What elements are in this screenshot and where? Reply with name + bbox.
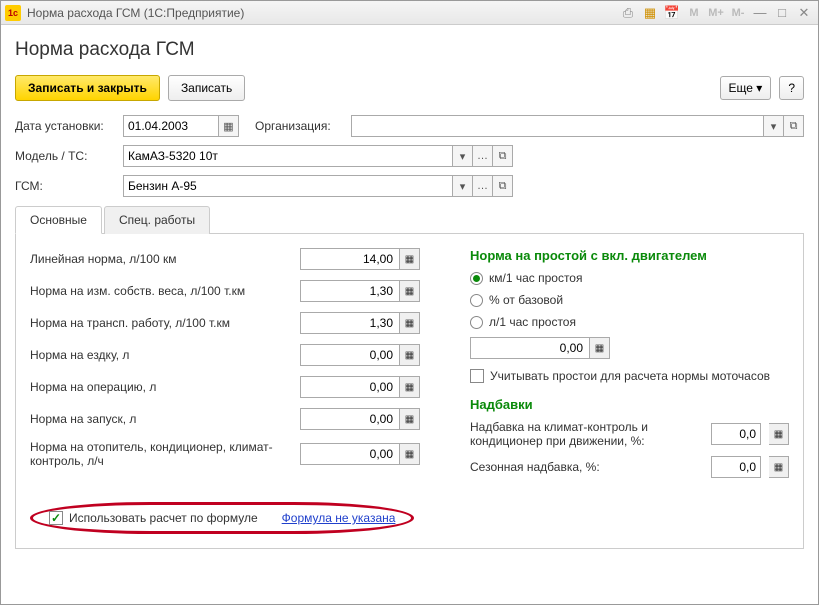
trip-norm-label: Норма на ездку, л <box>30 348 300 362</box>
linear-norm-input[interactable] <box>300 248 400 270</box>
calc-icon[interactable]: ▦ <box>400 376 420 398</box>
calc-icon[interactable]: ▦ <box>400 443 420 465</box>
model-input[interactable] <box>123 145 453 167</box>
idle-title: Норма на простой с вкл. двигателем <box>470 248 789 263</box>
start-norm-label: Норма на запуск, л <box>30 412 300 426</box>
use-formula-check[interactable]: Использовать расчет по формуле <box>49 511 258 525</box>
calc-icon[interactable]: ▦ <box>400 312 420 334</box>
save-and-close-button[interactable]: Записать и закрыть <box>15 75 160 101</box>
tab-main[interactable]: Основные <box>15 206 102 234</box>
maximize-icon[interactable]: □ <box>772 4 792 22</box>
more-button[interactable]: Еще ▾ <box>720 76 772 100</box>
fuel-input[interactable] <box>123 175 453 197</box>
checkbox-icon <box>470 369 484 383</box>
season-surcharge-input[interactable] <box>711 456 761 478</box>
print-icon[interactable]: ⎙ <box>618 4 638 22</box>
fuel-open-icon[interactable]: ⧉ <box>493 175 513 197</box>
trip-norm-input[interactable] <box>300 344 400 366</box>
org-label: Организация: <box>255 119 343 133</box>
account-idle-check[interactable]: Учитывать простои для расчета нормы мото… <box>470 369 789 383</box>
fuel-label: ГСМ: <box>15 179 115 193</box>
fuel-dropdown-icon[interactable]: ▾ <box>453 175 473 197</box>
calc-icon[interactable]: ▦ <box>400 248 420 270</box>
idle-option-liter[interactable]: л/1 час простоя <box>470 315 789 329</box>
idle-option-percent[interactable]: % от базовой <box>470 293 789 307</box>
titlebar: 1c Норма расхода ГСМ (1С:Предприятие) ⎙ … <box>1 1 818 25</box>
date-input[interactable] <box>123 115 219 137</box>
operation-norm-label: Норма на операцию, л <box>30 380 300 394</box>
m-button[interactable]: M <box>684 4 704 22</box>
radio-icon <box>470 316 483 329</box>
formula-highlight: Использовать расчет по формуле Формула н… <box>30 502 414 534</box>
minimize-icon[interactable]: — <box>750 4 770 22</box>
m-minus-button[interactable]: M- <box>728 4 748 22</box>
fuel-select-icon[interactable]: … <box>473 175 493 197</box>
page-title: Норма расхода ГСМ <box>15 39 804 61</box>
start-norm-input[interactable] <box>300 408 400 430</box>
date-label: Дата установки: <box>15 119 115 133</box>
m-plus-button[interactable]: M+ <box>706 4 726 22</box>
calc-icon[interactable]: ▦ <box>590 337 610 359</box>
heater-norm-label: Норма на отопитель, кондиционер, климат-… <box>30 440 300 468</box>
transport-norm-label: Норма на трансп. работу, л/100 т.км <box>30 316 300 330</box>
calendar-icon[interactable]: 📅 <box>662 4 682 22</box>
app-logo-icon: 1c <box>5 5 21 21</box>
model-label: Модель / ТС: <box>15 149 115 163</box>
surcharges-title: Надбавки <box>470 397 789 412</box>
calc-icon[interactable]: ▦ <box>400 408 420 430</box>
tab-special[interactable]: Спец. работы <box>104 206 210 234</box>
calc-icon[interactable]: ▦ <box>769 456 789 478</box>
checkbox-checked-icon <box>49 511 63 525</box>
model-dropdown-icon[interactable]: ▾ <box>453 145 473 167</box>
linear-norm-label: Линейная норма, л/100 км <box>30 252 300 266</box>
date-calendar-icon[interactable]: ▦ <box>219 115 239 137</box>
formula-link[interactable]: Формула не указана <box>282 511 396 525</box>
idle-value-input[interactable] <box>470 337 590 359</box>
model-select-icon[interactable]: … <box>473 145 493 167</box>
save-button[interactable]: Записать <box>168 75 245 101</box>
org-input[interactable] <box>351 115 764 137</box>
window-title: Норма расхода ГСМ (1С:Предприятие) <box>27 6 618 20</box>
help-button[interactable]: ? <box>779 76 804 100</box>
own-weight-norm-label: Норма на изм. собств. веса, л/100 т.км <box>30 284 300 298</box>
own-weight-norm-input[interactable] <box>300 280 400 302</box>
radio-checked-icon <box>470 272 483 285</box>
idle-option-km[interactable]: км/1 час простоя <box>470 271 789 285</box>
calculator-icon[interactable]: ▦ <box>640 4 660 22</box>
transport-norm-input[interactable] <box>300 312 400 334</box>
org-dropdown-icon[interactable]: ▾ <box>764 115 784 137</box>
operation-norm-input[interactable] <box>300 376 400 398</box>
radio-icon <box>470 294 483 307</box>
heater-norm-input[interactable] <box>300 443 400 465</box>
calc-icon[interactable]: ▦ <box>400 344 420 366</box>
climate-surcharge-input[interactable] <box>711 423 761 445</box>
chevron-down-icon: ▾ <box>756 81 762 95</box>
model-open-icon[interactable]: ⧉ <box>493 145 513 167</box>
climate-surcharge-label: Надбавка на климат-контроль и кондиционе… <box>470 420 703 448</box>
season-surcharge-label: Сезонная надбавка, %: <box>470 460 703 474</box>
calc-icon[interactable]: ▦ <box>400 280 420 302</box>
calc-icon[interactable]: ▦ <box>769 423 789 445</box>
org-open-icon[interactable]: ⧉ <box>784 115 804 137</box>
close-icon[interactable]: ✕ <box>794 4 814 22</box>
